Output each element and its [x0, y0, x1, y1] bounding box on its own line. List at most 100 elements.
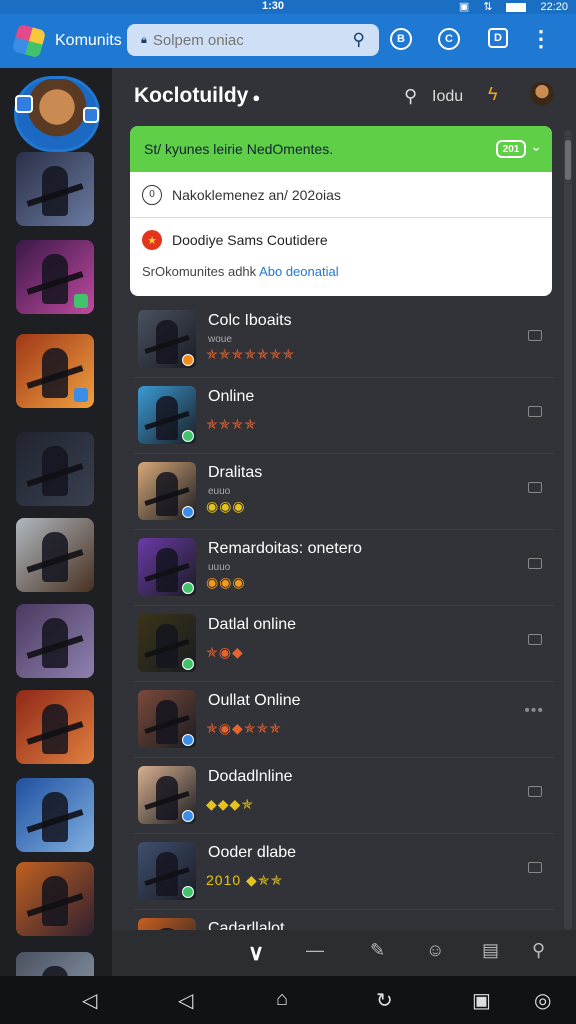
- server-icon[interactable]: [16, 240, 94, 314]
- note-icon[interactable]: ▤: [482, 940, 499, 961]
- list-item[interactable]: Dralitas euuo ◉◉◉: [134, 454, 554, 530]
- more-icon[interactable]: •••: [524, 702, 544, 720]
- action-button-1[interactable]: B: [390, 28, 412, 50]
- server-badge: [74, 388, 88, 402]
- status-badge: [182, 810, 194, 822]
- rating-icons: 2010 ◆✯✯: [206, 872, 284, 888]
- card-pill: 201: [496, 140, 526, 158]
- recent-icon[interactable]: ↻: [376, 988, 393, 1013]
- server-icon[interactable]: [16, 152, 94, 226]
- pen-icon[interactable]: ✎: [370, 940, 385, 961]
- list-item[interactable]: Oullat Online ✯◉◆✯✯✯ •••: [134, 682, 554, 758]
- card-footer-link[interactable]: Abo deonatial: [259, 264, 339, 279]
- action-button-2[interactable]: C: [438, 28, 460, 50]
- checkbox-icon[interactable]: [528, 634, 542, 645]
- card-row[interactable]: ★ Doodiye Sams Coutidere: [130, 218, 552, 250]
- list-item[interactable]: Colc Iboaits woue ✯✯✯✯✯✯✯: [134, 302, 554, 378]
- server-icon[interactable]: [16, 518, 94, 592]
- checkbox-icon[interactable]: [528, 406, 542, 417]
- list-item-name: Online: [208, 388, 255, 405]
- assistant-icon[interactable]: ◎: [534, 988, 551, 1013]
- list-item-name: Dodadlnline: [208, 768, 293, 785]
- status-bar: 1:30 ▣ ⇅ 22:20: [0, 0, 576, 14]
- server-icon[interactable]: [16, 862, 94, 936]
- wifi-icon: ⇅: [483, 1, 493, 13]
- rating-icons: ✯✯✯✯: [206, 416, 257, 432]
- server-icon[interactable]: [16, 604, 94, 678]
- list-item-sub: uuuo: [208, 562, 231, 573]
- more-options-icon[interactable]: ⋮: [530, 28, 552, 50]
- list-item[interactable]: Datlal online ✯◉◆: [134, 606, 554, 682]
- status-badge: [182, 886, 194, 898]
- search-box[interactable]: 🔒︎ ⚲: [127, 24, 379, 56]
- header-label[interactable]: Iodu: [432, 88, 463, 106]
- checkbox-icon[interactable]: [528, 330, 542, 341]
- action-button-3[interactable]: D: [488, 28, 508, 48]
- list-item[interactable]: Remardoitas: onetero uuuo ◉◉◉: [134, 530, 554, 606]
- server-icon[interactable]: [16, 952, 94, 976]
- battery-icon: [506, 3, 527, 12]
- search-input[interactable]: [152, 31, 343, 49]
- star-badge-icon: ★: [142, 230, 162, 250]
- game-thumbnail: [138, 690, 196, 748]
- game-thumbnail: [138, 842, 196, 900]
- page-title[interactable]: Koclotuildy ●: [134, 84, 260, 108]
- system-nav-bar: ◁ ◁ ⌂ ↻ ▣ ◎: [0, 976, 576, 1024]
- server-icon[interactable]: [16, 432, 94, 506]
- lock-icon: 🔒︎: [141, 33, 147, 46]
- emoji-icon[interactable]: ☺: [426, 940, 444, 961]
- status-icons: ▣ ⇅ 22:20: [458, 0, 568, 14]
- card-footer-text: SrOkomunites adhk: [142, 264, 257, 279]
- chevron-icon[interactable]: ∨: [248, 940, 264, 966]
- back-icon[interactable]: ◁: [82, 988, 97, 1013]
- circle-icon: 0: [142, 184, 162, 205]
- list-item-name: Colc Iboaits: [208, 312, 292, 329]
- list-item[interactable]: Online ✯✯✯✯: [134, 378, 554, 454]
- checkbox-icon[interactable]: [528, 786, 542, 797]
- list-item-name: Ooder dlabe: [208, 844, 297, 861]
- back-alt-icon[interactable]: ◁: [178, 988, 193, 1013]
- square-icon[interactable]: ▣: [472, 988, 491, 1013]
- dash-icon[interactable]: —: [306, 940, 324, 961]
- sim-icon: ▣: [458, 1, 470, 13]
- scrollbar-thumb[interactable]: [565, 140, 571, 180]
- header-search-icon[interactable]: ⚲: [404, 86, 417, 107]
- status-time: 1:30: [262, 0, 285, 12]
- bolt-icon[interactable]: ϟ: [488, 84, 498, 105]
- server-icon[interactable]: [16, 334, 94, 408]
- list-item-name: Dralitas: [208, 464, 263, 481]
- search-icon[interactable]: ⚲: [353, 30, 365, 50]
- list-item-name: Oullat Online: [208, 692, 301, 709]
- list-item[interactable]: Ooder dlabe 2010 ◆✯✯: [134, 834, 554, 910]
- list-item[interactable]: Dodadlnline ◆◆◆✯: [134, 758, 554, 834]
- list-item-name: Datlal online: [208, 616, 297, 633]
- app-logo-icon[interactable]: [11, 23, 47, 59]
- scrollbar[interactable]: [564, 130, 572, 930]
- status-badge: [182, 354, 194, 366]
- checkbox-icon[interactable]: [528, 558, 542, 569]
- app-bar: Komunits 🔒︎ ⚲ B C D ⋮: [0, 14, 576, 68]
- game-thumbnail: [138, 462, 196, 520]
- server-icon[interactable]: [16, 690, 94, 764]
- bottom-toolbar: ∨ — ✎ ☺ ▤ ⚲: [112, 930, 576, 976]
- header-avatar[interactable]: [530, 82, 554, 106]
- notification-card: St/ kyunes leirie NedOmentes. 201 ⌄ 0 Na…: [130, 126, 552, 296]
- rating-icons: ✯◉◆: [206, 644, 244, 660]
- chevron-down-icon[interactable]: ⌄: [530, 138, 542, 155]
- avatar-badge-left: [15, 95, 33, 113]
- card-header[interactable]: St/ kyunes leirie NedOmentes. 201 ⌄: [130, 126, 552, 172]
- user-avatar[interactable]: [14, 76, 100, 152]
- checkbox-icon[interactable]: [528, 862, 542, 873]
- server-icon[interactable]: [16, 778, 94, 852]
- search-icon[interactable]: ⚲: [532, 940, 545, 961]
- home-icon[interactable]: ⌂: [276, 988, 288, 1011]
- card-row[interactable]: 0 Nakoklemenez an/ 202oias: [130, 172, 552, 218]
- main-panel: Koclotuildy ● ⚲ Iodu ϟ St/ kyunes leirie …: [112, 68, 576, 976]
- avatar-badge-right: [83, 107, 99, 123]
- status-badge: [182, 734, 194, 746]
- rating-icons: ◉◉◉: [206, 574, 246, 590]
- status-clock: 22:20: [540, 0, 568, 13]
- page-title-text: Koclotuildy: [134, 84, 249, 107]
- card-footer: SrOkomunites adhk Abo deonatial: [130, 250, 552, 279]
- checkbox-icon[interactable]: [528, 482, 542, 493]
